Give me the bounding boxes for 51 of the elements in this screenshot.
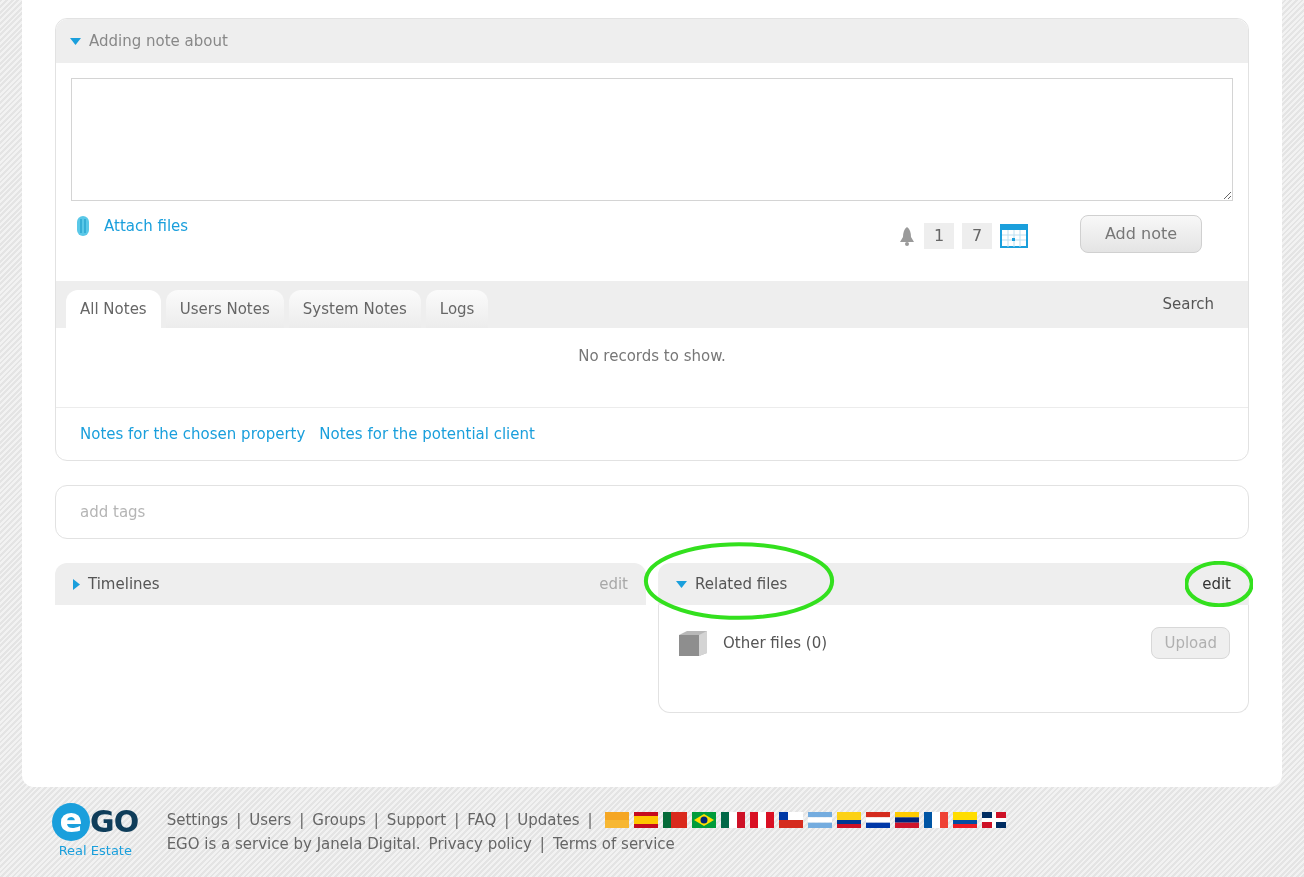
service-text: EGO is a service by Janela Digital. xyxy=(166,834,421,855)
flag-icon[interactable] xyxy=(952,811,977,828)
add-note-button[interactable]: Add note xyxy=(1080,215,1202,253)
flag-icon[interactable] xyxy=(691,811,716,828)
flag-icon[interactable] xyxy=(778,811,803,828)
logo-tagline: Real Estate xyxy=(58,842,132,861)
separator: | xyxy=(299,809,305,831)
separator: | xyxy=(373,809,379,831)
attach-files-link[interactable]: Attach files xyxy=(76,215,189,238)
notes-tab[interactable]: All Notes xyxy=(66,290,161,328)
file-group-label[interactable]: Other files (0) xyxy=(723,631,828,655)
flag-icon[interactable] xyxy=(836,811,861,828)
flag-icon[interactable] xyxy=(923,811,948,828)
separator: | xyxy=(236,809,242,831)
caret-down-icon xyxy=(676,580,687,588)
empty-message: No records to show. xyxy=(578,346,726,367)
footer-link[interactable]: Terms of service xyxy=(552,833,675,856)
separator: | xyxy=(454,809,460,831)
footer-link[interactable]: Groups xyxy=(312,808,366,831)
bell-icon[interactable] xyxy=(898,226,916,246)
flag-icon[interactable] xyxy=(894,811,919,828)
panel-title[interactable]: Adding note about xyxy=(89,29,228,53)
reminder-field[interactable]: 1 xyxy=(924,223,954,249)
caret-right-icon xyxy=(73,578,80,590)
logo-mark: e xyxy=(52,803,90,842)
reminder-field[interactable]: 7 xyxy=(962,223,992,249)
separator: | xyxy=(587,809,593,831)
filter-link[interactable]: Notes for the chosen property xyxy=(80,422,306,446)
search-link[interactable]: Search xyxy=(1162,293,1214,316)
separator: | xyxy=(539,834,545,855)
ego-logo[interactable]: e GO Real Estate xyxy=(52,803,139,861)
paperclip-icon xyxy=(76,215,90,238)
calendar-icon[interactable] xyxy=(1000,224,1028,248)
footer-link[interactable]: Users xyxy=(249,808,292,831)
flag-icon[interactable] xyxy=(865,811,890,828)
footer-link[interactable]: Privacy policy xyxy=(428,833,532,856)
footer-link[interactable]: Support xyxy=(386,808,447,831)
note-input[interactable] xyxy=(71,78,1233,201)
panel-title[interactable]: Related files xyxy=(695,572,788,596)
flag-icon[interactable] xyxy=(981,811,1006,828)
footer-link[interactable]: Updates xyxy=(517,808,580,831)
flag-icon[interactable] xyxy=(662,811,687,828)
panel-title[interactable]: Timelines xyxy=(88,572,160,596)
footer-link[interactable]: Settings xyxy=(166,808,229,831)
flag-icon[interactable] xyxy=(720,811,745,828)
filter-link[interactable]: Notes for the potential client xyxy=(319,422,535,446)
logo-text: GO xyxy=(90,807,139,838)
caret-down-icon xyxy=(70,37,81,45)
separator: | xyxy=(504,809,510,831)
tags-field[interactable]: add tags xyxy=(55,485,1249,539)
footer-link[interactable]: FAQ xyxy=(467,808,497,831)
